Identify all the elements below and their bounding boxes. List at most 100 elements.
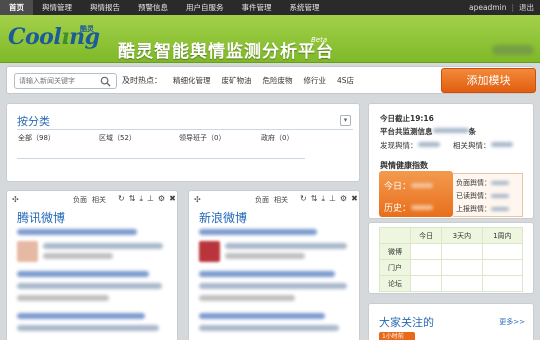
related-label: 相关舆情：: [453, 141, 491, 150]
history-index: 历史：: [384, 201, 434, 214]
category-leadership[interactable]: 领导班子（0）: [179, 133, 261, 143]
sort-icon[interactable]: ⇅: [129, 194, 136, 204]
nav-opinion-report[interactable]: 舆情报告: [81, 0, 129, 15]
hot-topic-item[interactable]: 修行业: [304, 75, 327, 86]
category-all[interactable]: 全部（98）: [18, 133, 99, 143]
table-cell[interactable]: [410, 275, 443, 292]
search-bar: 及时热点： 精细化管理 废矿物油 危险废物 修行业 4S店 添加模块: [6, 66, 536, 94]
settings-icon[interactable]: ⚙: [340, 194, 347, 204]
module-tabs: 负面 相关: [255, 195, 293, 205]
search-icon[interactable]: [100, 76, 111, 87]
table-row: 微博: [378, 243, 524, 260]
nav-event-management[interactable]: 事件管理: [233, 0, 281, 15]
table-cell[interactable]: [410, 243, 443, 260]
row-header: 论坛: [378, 275, 412, 292]
today-index-label: 今日：: [384, 182, 412, 192]
refresh-icon[interactable]: ↻: [300, 194, 307, 204]
nav-user-self-service[interactable]: 用户自服务: [177, 0, 233, 15]
drag-handle-icon[interactable]: ✣: [12, 195, 19, 204]
export-icon[interactable]: ⊥: [329, 194, 336, 204]
nav-home[interactable]: 首页: [0, 0, 33, 15]
table-cell[interactable]: [441, 243, 483, 260]
add-module-button[interactable]: 添加模块: [441, 68, 536, 93]
category-title: 按分类: [17, 115, 50, 128]
table-cell[interactable]: [410, 259, 443, 276]
table-row: 论坛: [378, 275, 524, 292]
tab-negative[interactable]: 负面: [255, 195, 269, 205]
today-cutoff-label: 今日截止19:16: [380, 114, 434, 123]
table-cell[interactable]: [481, 275, 524, 292]
table-header: 3天内: [441, 227, 483, 244]
health-index-title: 舆情健康指数: [380, 161, 428, 170]
read-opinion[interactable]: 已读舆情：: [456, 191, 509, 201]
export-icon[interactable]: ⊥: [147, 194, 154, 204]
nav-opinion-management[interactable]: 舆情管理: [33, 0, 81, 15]
blurred-text: [17, 325, 159, 331]
divider: |: [511, 3, 514, 12]
sort-icon[interactable]: ⇅: [311, 194, 318, 204]
table-header: [378, 227, 412, 244]
reported-opinion[interactable]: 上报舆情：: [456, 204, 509, 214]
tab-related[interactable]: 相关: [92, 195, 106, 205]
nav-alert-info[interactable]: 预警信息: [129, 0, 177, 15]
negative-opinion[interactable]: 负面舆情：: [456, 178, 509, 188]
summary-table-panel: 今日 3天内 1周内 微博 门户 论坛: [368, 222, 534, 294]
table-cell[interactable]: [441, 259, 483, 276]
header-banner: Coolıng 酷灵 酷灵智能舆情监测分析平台 Beta: [0, 15, 540, 63]
module-title: 新浪微博: [199, 211, 248, 225]
username: apeadmin: [468, 3, 507, 12]
tab-negative[interactable]: 负面: [73, 195, 87, 205]
table-header: 1周内: [481, 227, 524, 244]
nav-system-management[interactable]: 系统管理: [281, 0, 329, 15]
blurred-number: [411, 205, 434, 210]
category-list: 全部（98） 区域（52） 领导班子（0） 政府（0）: [18, 133, 293, 143]
blurred-headline[interactable]: [17, 271, 149, 277]
divider: [17, 158, 305, 159]
health-index-box: 今日： 历史：: [379, 171, 453, 217]
refresh-icon[interactable]: ↻: [118, 194, 125, 204]
stats-panel: 今日截止19:16 平台共监测信息 条 发现舆情： 相关舆情： 舆情健康指数 今日…: [368, 103, 534, 219]
blurred-headline[interactable]: [199, 271, 335, 277]
news-thumbnail: [17, 241, 38, 262]
blurred-number: [491, 207, 509, 211]
health-breakdown: 负面舆情： 已读舆情： 上报舆情：: [453, 173, 523, 217]
tab-related[interactable]: 相关: [274, 195, 288, 205]
close-icon[interactable]: ✖: [169, 194, 176, 204]
table-cell[interactable]: [481, 243, 524, 260]
table-cell[interactable]: [441, 275, 483, 292]
blurred-text: [225, 243, 347, 249]
blurred-headline[interactable]: [199, 313, 325, 319]
table-cell[interactable]: [481, 259, 524, 276]
category-panel: 按分类 ▾ 全部（98） 区域（52） 领导班子（0） 政府（0）: [6, 103, 360, 182]
category-government[interactable]: 政府（0）: [261, 133, 293, 143]
logout-link[interactable]: 退出: [519, 2, 534, 13]
module-tools: ↻ ⇅ ⤓ ⊥ ⚙ ✖: [114, 194, 176, 204]
collapse-icon[interactable]: ▾: [340, 115, 351, 126]
download-icon[interactable]: ⤓: [139, 194, 143, 204]
hot-topic-item[interactable]: 精细化管理: [173, 75, 211, 86]
category-region[interactable]: 区域（52）: [99, 133, 179, 143]
monitor-count: 平台共监测信息 条: [380, 126, 476, 137]
news-thumbnail: [199, 241, 220, 262]
history-index-label: 历史：: [384, 204, 412, 214]
table-header-row: 今日 3天内 1周内: [378, 227, 524, 244]
related-opinion: 相关舆情：: [453, 140, 513, 151]
read-label: 已读舆情：: [456, 192, 491, 200]
blurred-headline[interactable]: [17, 229, 137, 235]
monitor-unit: 条: [468, 127, 477, 136]
hot-topic-item[interactable]: 4S店: [337, 75, 354, 86]
blurred-number: [491, 194, 509, 198]
blurred-headline[interactable]: [199, 229, 317, 235]
blurred-headline[interactable]: [17, 313, 145, 319]
beta-badge: Beta: [311, 36, 328, 44]
hot-topic-item[interactable]: 废矿物油: [222, 75, 252, 86]
drag-handle-icon[interactable]: ✣: [194, 195, 201, 204]
close-icon[interactable]: ✖: [351, 194, 358, 204]
monitor-label: 平台共监测信息: [380, 127, 433, 136]
hot-topic-item[interactable]: 危险废物: [263, 75, 293, 86]
more-link[interactable]: 更多>>: [499, 317, 525, 327]
settings-icon[interactable]: ⚙: [158, 194, 165, 204]
download-icon[interactable]: ⤓: [321, 194, 325, 204]
row-header: 微博: [378, 243, 412, 260]
table-header: 今日: [410, 227, 443, 244]
